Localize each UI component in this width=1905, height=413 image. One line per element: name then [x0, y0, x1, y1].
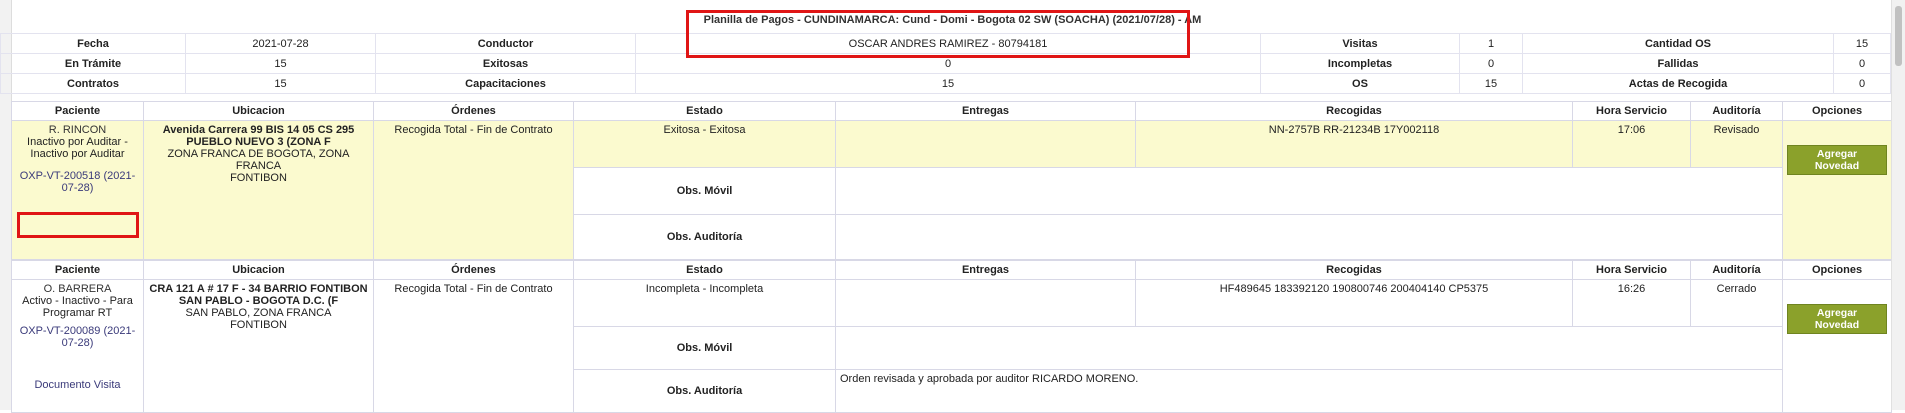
scrollbar-thumb[interactable] — [1895, 6, 1902, 66]
col-header-ubicacion: Ubicacion — [143, 260, 374, 280]
entregas-cell — [835, 279, 1136, 327]
summary-value-capacitaciones: 15 — [635, 73, 1261, 94]
highlight-box-empty — [16, 212, 139, 238]
obs-auditoria-value: Orden revisada y aprobada por auditor RI… — [835, 369, 1783, 413]
col-header-ubicacion: Ubicacion — [143, 101, 374, 121]
col-header-recogidas: Recogidas — [1135, 260, 1573, 280]
col-header-hora: Hora Servicio — [1572, 101, 1691, 121]
patient-name: R. RINCON — [48, 124, 107, 136]
col-header-ordenes: Órdenes — [373, 101, 574, 121]
summary-label-en-tramite: En Trámite — [0, 53, 186, 74]
col-header-paciente: Paciente — [11, 101, 144, 121]
table-row: O. BARRERA Activo - Inactivo - Para Prog… — [11, 279, 1892, 413]
summary-value-visitas: 1 — [1459, 33, 1523, 54]
auditoria-cell: Cerrado — [1690, 279, 1783, 327]
obs-movil-label: Obs. Móvil — [573, 167, 836, 215]
address-city: FONTIBON — [230, 319, 287, 331]
summary-label-visitas: Visitas — [1260, 33, 1460, 54]
status-cell: Incompleta - Incompleta — [573, 279, 836, 327]
options-cell: Agregar Novedad — [1782, 279, 1892, 413]
summary-label-exitosas: Exitosas — [375, 53, 636, 74]
patient-status: Inactivo por Auditar - Inactivo por Audi… — [27, 136, 128, 160]
col-header-entregas: Entregas — [835, 101, 1136, 121]
recogidas-cell: HF489645 183392120 190800746 200404140 C… — [1135, 279, 1573, 327]
recogidas-cell: NN-2757B RR-21234B 17Y002118 — [1135, 120, 1573, 168]
summary-value-fecha: 2021-07-28 — [185, 33, 376, 54]
summary-value-os: 15 — [1459, 73, 1523, 94]
table-row: R. RINCON Inactivo por Auditar - Inactiv… — [11, 120, 1892, 260]
summary-label-incompletas: Incompletas — [1260, 53, 1460, 74]
add-novedad-button[interactable]: Agregar Novedad — [1787, 145, 1887, 175]
patient-code-link[interactable]: OXP-VT-200089 (2021-07-28) — [16, 325, 139, 349]
summary-label-cantidad-os: Cantidad OS — [1522, 33, 1834, 54]
summary-value-fallidas: 0 — [1833, 53, 1891, 74]
summary-label-fecha: Fecha — [0, 33, 186, 54]
col-header-auditoria: Auditoría — [1690, 260, 1783, 280]
entregas-cell — [835, 120, 1136, 168]
col-header-recogidas: Recogidas — [1135, 101, 1573, 121]
status-cell: Exitosa - Exitosa — [573, 120, 836, 168]
patient-status: Activo - Inactivo - Para Programar RT — [22, 295, 133, 319]
address-cell: CRA 121 A # 17 F - 34 BARRIO FONTIBON SA… — [143, 279, 374, 413]
col-header-paciente: Paciente — [11, 260, 144, 280]
table-header-row: Paciente Ubicacion Órdenes Estado Entreg… — [11, 101, 1892, 121]
col-header-auditoria: Auditoría — [1690, 101, 1783, 121]
col-header-ordenes: Órdenes — [373, 260, 574, 280]
document-visit-link[interactable]: Documento Visita — [16, 379, 139, 391]
summary-value-contratos: 15 — [185, 73, 376, 94]
options-cell: Agregar Novedad — [1782, 120, 1892, 260]
obs-auditoria-label: Obs. Auditoría — [573, 214, 836, 260]
summary-row: Contratos 15 Capacitaciones 15 OS 15 Act… — [0, 73, 1891, 94]
address-cell: Avenida Carrera 99 BIS 14 05 CS 295 PUEB… — [143, 120, 374, 260]
summary-label-capacitaciones: Capacitaciones — [375, 73, 636, 94]
summary-label-fallidas: Fallidas — [1522, 53, 1834, 74]
obs-movil-value — [835, 167, 1783, 215]
orders-cell: Recogida Total - Fin de Contrato — [373, 120, 574, 260]
col-header-entregas: Entregas — [835, 260, 1136, 280]
table-header-row: Paciente Ubicacion Órdenes Estado Entreg… — [11, 260, 1892, 280]
patient-cell: O. BARRERA Activo - Inactivo - Para Prog… — [11, 279, 144, 413]
vertical-scrollbar[interactable] — [1891, 0, 1905, 410]
summary-value-incompletas: 0 — [1459, 53, 1523, 74]
obs-movil-value — [835, 326, 1783, 370]
address-zone: ZONA FRANCA DE BOGOTA, ZONA FRANCA — [167, 148, 350, 172]
col-header-opciones: Opciones — [1782, 101, 1892, 121]
summary-label-os: OS — [1260, 73, 1460, 94]
visit-table-1: Paciente Ubicacion Órdenes Estado Entreg… — [11, 101, 1892, 260]
col-header-estado: Estado — [573, 101, 836, 121]
hora-cell: 17:06 — [1572, 120, 1691, 168]
obs-auditoria-label: Obs. Auditoría — [573, 369, 836, 413]
obs-auditoria-value — [835, 214, 1783, 260]
orders-cell: Recogida Total - Fin de Contrato — [373, 279, 574, 413]
address-line: Avenida Carrera 99 BIS 14 05 CS 295 PUEB… — [162, 124, 355, 148]
summary-label-contratos: Contratos — [0, 73, 186, 94]
address-zone: SAN PABLO, ZONA FRANCA — [185, 307, 332, 319]
summary-value-actas: 0 — [1833, 73, 1891, 94]
patient-name: O. BARRERA — [43, 283, 112, 295]
col-header-estado: Estado — [573, 260, 836, 280]
add-novedad-button[interactable]: Agregar Novedad — [1787, 304, 1887, 334]
col-header-opciones: Opciones — [1782, 260, 1892, 280]
hora-cell: 16:26 — [1572, 279, 1691, 327]
obs-movil-label: Obs. Móvil — [573, 326, 836, 370]
highlight-box-title — [686, 10, 1190, 58]
col-header-hora: Hora Servicio — [1572, 260, 1691, 280]
auditoria-cell: Revisado — [1690, 120, 1783, 168]
summary-label-actas: Actas de Recogida — [1522, 73, 1834, 94]
summary-label-conductor: Conductor — [375, 33, 636, 54]
summary-value-en-tramite: 15 — [185, 53, 376, 74]
address-city: FONTIBON — [230, 172, 287, 184]
patient-code-link[interactable]: OXP-VT-200518 (2021-07-28) — [16, 170, 139, 194]
address-line: CRA 121 A # 17 F - 34 BARRIO FONTIBON SA… — [149, 283, 368, 307]
visit-table-2: Paciente Ubicacion Órdenes Estado Entreg… — [11, 260, 1892, 413]
summary-value-cantidad-os: 15 — [1833, 33, 1891, 54]
patient-cell: R. RINCON Inactivo por Auditar - Inactiv… — [11, 120, 144, 260]
